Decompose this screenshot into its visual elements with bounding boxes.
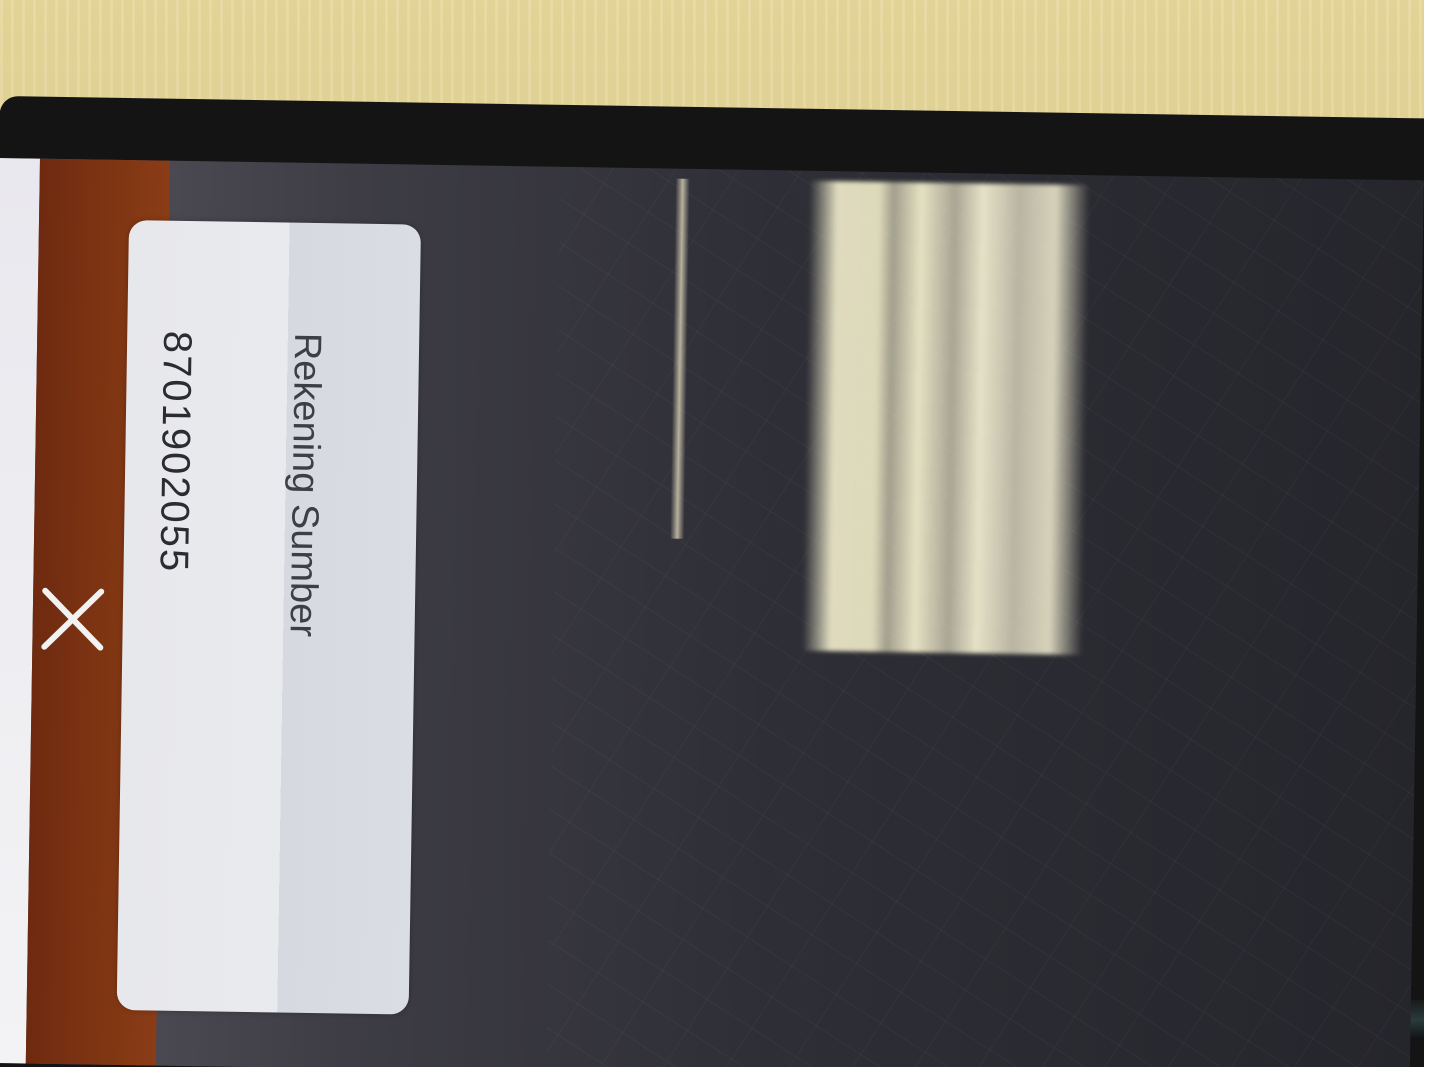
- account-number: 8701902055: [151, 330, 200, 574]
- account-card[interactable]: Rekening Sumber 8701902055: [116, 220, 422, 1015]
- photo-background: Rekening Sumber 8701902055: [0, 0, 1424, 1067]
- close-icon: [41, 587, 105, 651]
- close-button[interactable]: [32, 579, 113, 660]
- account-label: Rekening Sumber: [281, 332, 329, 638]
- screen-scratches: [545, 166, 1424, 1067]
- phone-screen: Rekening Sumber 8701902055: [0, 158, 1424, 1067]
